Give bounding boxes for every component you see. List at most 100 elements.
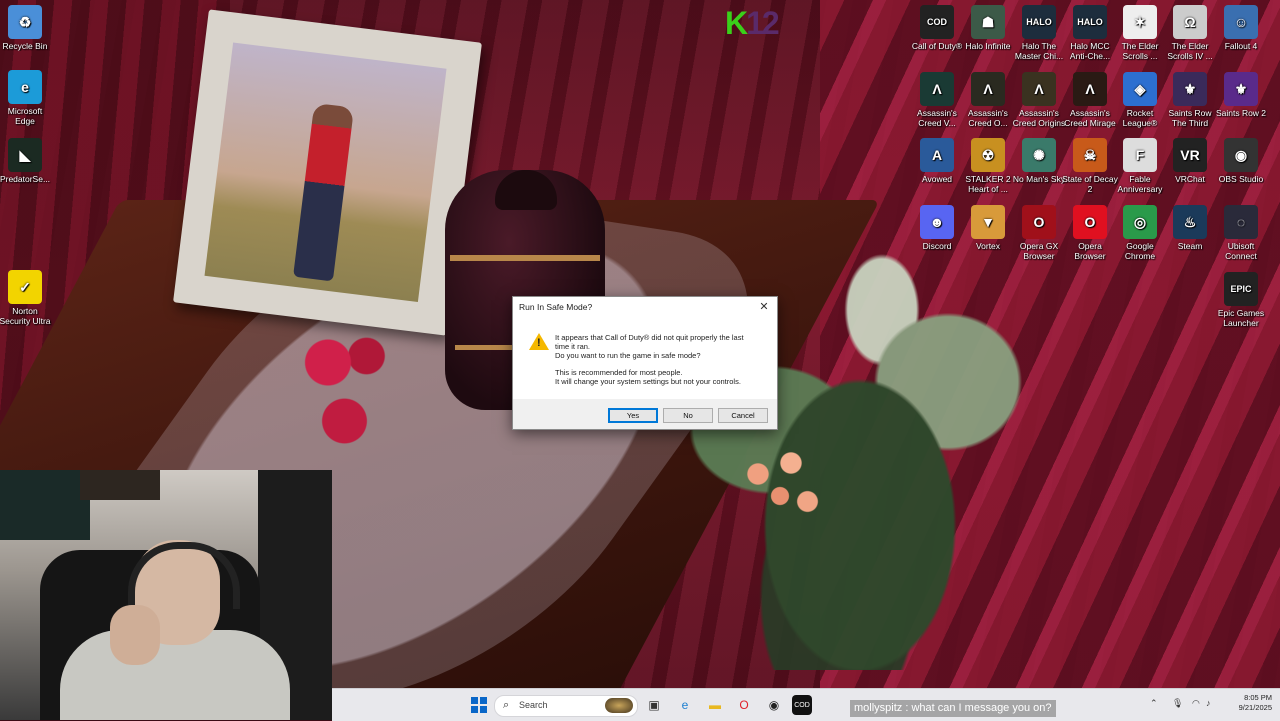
desktop-icon-saints-row-3[interactable]: ⚜ Saints Row The Third xyxy=(1162,72,1218,128)
desktop-icon-opera-gx[interactable]: O Opera GX Browser xyxy=(1011,205,1067,261)
desktop-icon-label: Assassin's Creed V... xyxy=(917,108,957,128)
desktop-icon-epic-games[interactable]: EPIC Epic Games Launcher xyxy=(1213,272,1269,328)
desktop-icon-label: Halo Infinite xyxy=(965,41,1011,51)
desktop-icon-ac-odyssey[interactable]: Λ Assassin's Creed O... xyxy=(960,72,1016,128)
desktop-icon-obs[interactable]: ◉ OBS Studio xyxy=(1213,138,1269,184)
microphone-icon[interactable]: 🎙 xyxy=(1172,698,1183,709)
desktop-icon-edge[interactable]: e Microsoft Edge xyxy=(0,70,53,126)
wall-poster xyxy=(0,470,90,540)
dialog-message-line-3: Do you want to run the game in safe mode… xyxy=(555,351,701,360)
opera-gx-icon: O xyxy=(1022,205,1056,239)
desktop-icon-label: Fallout 4 xyxy=(1224,41,1258,51)
no-button[interactable]: No xyxy=(663,408,713,423)
norton-icon: ✓ xyxy=(8,270,42,304)
cancel-button[interactable]: Cancel xyxy=(718,408,768,423)
desktop-icon-label: Rocket League® xyxy=(1122,108,1158,128)
epic-games-icon: EPIC xyxy=(1224,272,1258,306)
desktop-icon-elder-scrolls[interactable]: ✶ The Elder Scrolls ... xyxy=(1112,5,1168,61)
fallout-4-icon: ☺ xyxy=(1224,5,1258,39)
oblivion-icon: Ω xyxy=(1173,5,1207,39)
desktop-icon-label: Epic Games Launcher xyxy=(1217,308,1265,328)
desktop-icon-stalker-2[interactable]: ☢ STALKER 2 Heart of ... xyxy=(960,138,1016,194)
steam-icon: ♨ xyxy=(1173,205,1207,239)
desktop-icon-ac-valhalla[interactable]: Λ Assassin's Creed V... xyxy=(909,72,965,128)
desktop-icon-label: PredatorSe... xyxy=(0,174,51,184)
desktop-icon-avowed[interactable]: A Avowed xyxy=(909,138,965,184)
desktop-icon-label: Avowed xyxy=(921,174,953,184)
desktop-icon-vrchat[interactable]: VR VRChat xyxy=(1162,138,1218,184)
desktop-icon-no-mans-sky[interactable]: ✺ No Man's Sky xyxy=(1011,138,1067,184)
desktop-icon-chrome[interactable]: ◎ Google Chrome xyxy=(1112,205,1168,261)
desktop-icon-rocket-league[interactable]: ◈ Rocket League® xyxy=(1112,72,1168,128)
urn-band xyxy=(450,255,600,261)
photo-person xyxy=(293,102,355,282)
streamer-hand xyxy=(110,605,160,665)
clock[interactable]: 8:05 PM 9/21/2025 xyxy=(1239,693,1272,713)
desktop-icon-label: Norton Security Ultra xyxy=(0,306,51,326)
close-icon[interactable]: ✕ xyxy=(753,298,775,316)
task-view-icon[interactable]: ▣ xyxy=(644,695,664,715)
desktop-icon-discord[interactable]: ☻ Discord xyxy=(909,205,965,251)
desktop-icon-call-of-duty[interactable]: COD Call of Duty® xyxy=(909,5,965,51)
desktop-icon-label: Halo The Master Chi... xyxy=(1014,41,1064,61)
desktop-icon-saints-row-2[interactable]: ⚜ Saints Row 2 xyxy=(1213,72,1269,118)
tray-overflow-icon[interactable]: ⌃ xyxy=(1150,698,1158,709)
desktop-icon-halo-infinite[interactable]: ☗ Halo Infinite xyxy=(960,5,1016,51)
search-highlight-icon[interactable] xyxy=(605,698,633,713)
edge-icon: e xyxy=(8,70,42,104)
desktop-icon-label: VRChat xyxy=(1175,174,1205,184)
desktop-icon-steam[interactable]: ♨ Steam xyxy=(1162,205,1218,251)
red-roses xyxy=(295,330,405,460)
taskbar: ⌕ Search ▣ e ▬ O ◉ COD xyxy=(332,688,1280,721)
yes-button[interactable]: Yes xyxy=(608,408,658,423)
rocket-league-icon: ◈ xyxy=(1123,72,1157,106)
desktop-icon-recycle-bin[interactable]: ♻ Recycle Bin xyxy=(0,5,53,51)
potted-plant xyxy=(640,190,1080,670)
desktop-icon-fallout-4[interactable]: ☺ Fallout 4 xyxy=(1213,5,1269,51)
clock-time: 8:05 PM xyxy=(1244,693,1272,702)
wifi-icon[interactable]: ◠ xyxy=(1192,698,1200,709)
desktop-icon-halo-mcc-anticheat[interactable]: HALO Halo MCC Anti-Che... xyxy=(1062,5,1118,61)
dialog-title: Run In Safe Mode? xyxy=(519,302,593,312)
desktop-icon-ubisoft[interactable]: ◌ Ubisoft Connect xyxy=(1213,205,1269,261)
desktop-icon-state-of-decay[interactable]: ☠ State of Decay 2 xyxy=(1062,138,1118,194)
obs-taskbar-icon[interactable]: ◉ xyxy=(764,695,784,715)
opera-taskbar-icon[interactable]: O xyxy=(734,695,754,715)
windows-start-icon[interactable] xyxy=(469,695,489,715)
saints-row-2-icon: ⚜ xyxy=(1224,72,1258,106)
desktop-icon-label: Ubisoft Connect xyxy=(1225,241,1257,261)
call-of-duty-icon: COD xyxy=(920,5,954,39)
desktop-icon-label: Saints Row The Third xyxy=(1168,108,1212,128)
discord-icon: ☻ xyxy=(920,205,954,239)
dialog-titlebar[interactable]: Run In Safe Mode? ✕ xyxy=(513,297,777,317)
framed-photo xyxy=(204,42,447,302)
desktop-icon-ac-mirage[interactable]: Λ Assassin's Creed Mirage xyxy=(1062,72,1118,128)
taskbar-search-input[interactable]: ⌕ Search xyxy=(494,695,638,717)
desktop-icon-label: Assassin's Creed Mirage xyxy=(1064,108,1116,128)
file-explorer-icon[interactable]: ▬ xyxy=(705,695,725,715)
call-of-duty-taskbar-icon[interactable]: COD xyxy=(792,695,812,715)
desktop-icon-label: No Man's Sky xyxy=(1012,174,1066,184)
desktop-icon-label: The Elder Scrolls IV ... xyxy=(1167,41,1213,61)
ubisoft-icon: ◌ xyxy=(1224,205,1258,239)
desktop-icon-oblivion[interactable]: Ω The Elder Scrolls IV ... xyxy=(1162,5,1218,61)
desktop-icon-predator-sense[interactable]: ◣ PredatorSe... xyxy=(0,138,53,184)
edge-taskbar-icon[interactable]: e xyxy=(675,695,695,715)
desktop-icon-vortex[interactable]: ▼ Vortex xyxy=(960,205,1016,251)
desktop-icon-opera[interactable]: O Opera Browser xyxy=(1062,205,1118,261)
desktop-icon-fable[interactable]: F Fable Anniversary xyxy=(1112,138,1168,194)
opera-icon: O xyxy=(1073,205,1107,239)
volume-icon[interactable]: ♪ xyxy=(1206,698,1211,708)
no-mans-sky-icon: ✺ xyxy=(1022,138,1056,172)
desktop-icon-halo-mcc[interactable]: HALO Halo The Master Chi... xyxy=(1011,5,1067,61)
dialog-message-line-4: This is recommended for most people. xyxy=(555,368,683,377)
clock-date: 9/21/2025 xyxy=(1238,703,1272,712)
desktop-icon-norton[interactable]: ✓ Norton Security Ultra xyxy=(0,270,53,326)
dialog-footer: Yes No Cancel xyxy=(513,399,777,429)
ac-mirage-icon: Λ xyxy=(1073,72,1107,106)
desktop-icon-label: Recycle Bin xyxy=(2,41,48,51)
dialog-message-line-2: time it ran. xyxy=(555,342,591,351)
dialog-body: ! It appears that Call of Duty® did not … xyxy=(513,317,777,399)
desktop-icon-ac-origins[interactable]: Λ Assassin's Creed Origins xyxy=(1011,72,1067,128)
vrchat-icon: VR xyxy=(1173,138,1207,172)
